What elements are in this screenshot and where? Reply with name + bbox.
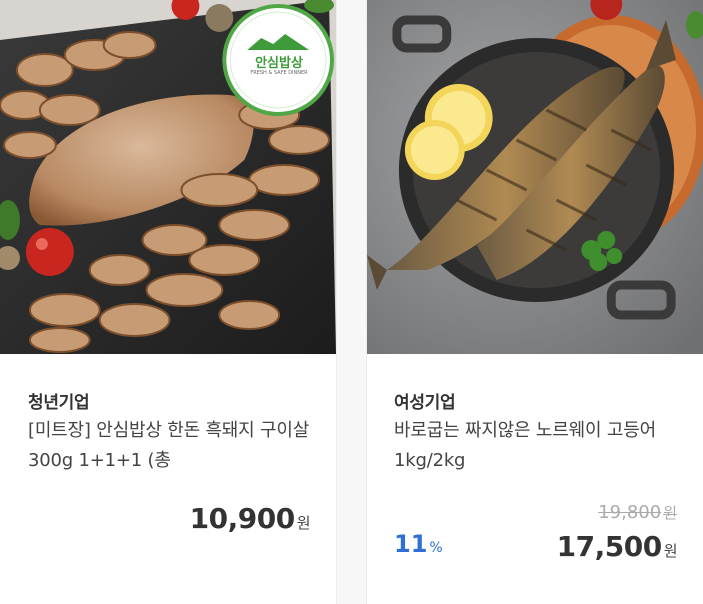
product-image-2[interactable]	[367, 0, 703, 354]
seller-label: 여성기업	[394, 393, 456, 413]
product-info-1: 청년기업 [미트장] 안심밥상 한돈 흑돼지 구이살 300g 1+1+1 (총…	[0, 354, 336, 604]
product-card-2[interactable]: 여성기업 바로굽는 짜지않은 노르웨이 고등어 1kg/2kg 19,800 원 …	[366, 0, 703, 604]
product-name[interactable]: [미트장] 안심밥상 한돈 흑돼지 구이살 300g 1+1+1 (총	[28, 416, 318, 478]
original-price-value: 19,800	[598, 502, 662, 523]
brand-badge-text: 안심밥상	[255, 56, 303, 71]
brand-badge-subtext: FRESH & SAFE DINNER	[250, 70, 308, 76]
sale-price: 17,500 원	[556, 530, 678, 563]
product-name[interactable]: 바로굽는 짜지않은 노르웨이 고등어 1kg/2kg	[394, 416, 684, 478]
price-value: 10,900	[189, 502, 296, 535]
currency-unit: 원	[663, 504, 677, 522]
product-info-2: 여성기업 바로굽는 짜지않은 노르웨이 고등어 1kg/2kg 19,800 원 …	[367, 354, 703, 604]
discount-value: 11	[394, 530, 428, 558]
sale-price: 10,900 원	[189, 502, 311, 535]
currency-unit: 원	[296, 514, 311, 532]
product-card-1[interactable]: 안심밥상 FRESH & SAFE DINNER 청년기업 [미트장] 안심밥상…	[0, 0, 337, 604]
price-value: 17,500	[556, 530, 663, 563]
discount-rate: 11%	[394, 530, 443, 558]
product-image-1[interactable]: 안심밥상 FRESH & SAFE DINNER	[0, 0, 336, 354]
grilled-mackerel-photo-icon	[367, 0, 703, 354]
currency-unit: 원	[663, 542, 678, 560]
percent-unit: %	[429, 540, 443, 556]
original-price: 19,800 원	[598, 502, 677, 523]
product-grid: 안심밥상 FRESH & SAFE DINNER 청년기업 [미트장] 안심밥상…	[0, 0, 703, 604]
seller-label: 청년기업	[28, 393, 90, 413]
